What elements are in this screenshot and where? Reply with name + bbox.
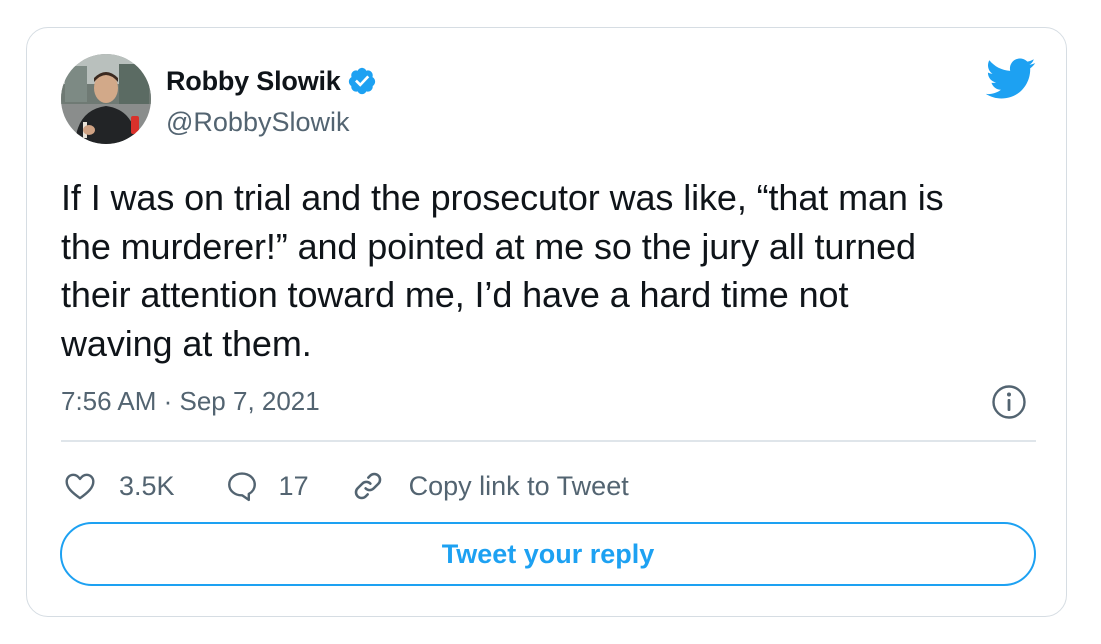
reply-count: 17 (278, 470, 309, 501)
tweet-timestamp[interactable]: 7:56 AM · Sep 7, 2021 (61, 386, 320, 417)
tweet-your-reply-button[interactable]: Tweet your reply (60, 522, 1036, 586)
copy-link-button[interactable]: Copy link to Tweet (351, 469, 629, 503)
info-icon[interactable] (991, 384, 1027, 420)
author-handle[interactable]: @RobbySlowik (166, 107, 349, 138)
avatar-photo (61, 54, 151, 144)
like-button[interactable]: 3.5K (63, 469, 175, 503)
copy-link-label: Copy link to Tweet (408, 470, 629, 501)
speech-bubble-icon (227, 472, 256, 502)
tweet-card: Robby Slowik @RobbySlowik If I was on tr… (26, 27, 1067, 617)
author-name-row[interactable]: Robby Slowik (166, 64, 377, 98)
tweet-text: If I was on trial and the prosecutor was… (61, 177, 944, 364)
link-icon (354, 472, 381, 500)
author-display-name[interactable]: Robby Slowik (166, 66, 341, 97)
verified-badge-icon (348, 67, 375, 95)
avatar[interactable] (61, 54, 151, 144)
like-count: 3.5K (119, 470, 175, 501)
heart-icon (65, 473, 95, 500)
tweet-actions: 3.5K 17 Copy link to Tweet (63, 466, 629, 506)
twitter-bird-icon[interactable] (986, 58, 1036, 100)
reply-count-button[interactable]: 17 (225, 469, 309, 503)
divider (61, 440, 1036, 442)
